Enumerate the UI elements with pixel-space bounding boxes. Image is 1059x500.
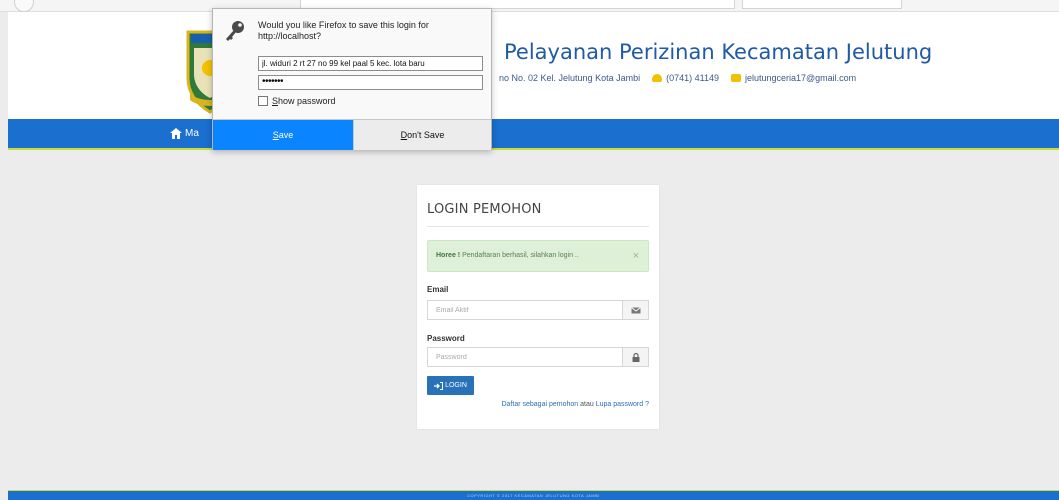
show-password-label: Show password: [272, 96, 336, 106]
back-button[interactable]: [14, 0, 34, 12]
title-divider: [427, 226, 649, 227]
password-label: Password: [427, 334, 465, 343]
email-text: jelutungceria17@gmail.com: [744, 73, 857, 83]
login-card: LOGIN PEMOHON Horee ! Pendaftaran berhas…: [417, 185, 659, 429]
main-navbar: Ma: [8, 119, 1059, 150]
register-row: Daftar sebagai pemohon atau Lupa passwor…: [501, 401, 649, 408]
ff-dont-save-button[interactable]: Don't Save: [353, 120, 491, 150]
alert-message: Pendaftaran berhasil, silahkan login ..: [460, 252, 579, 259]
email-input[interactable]: [428, 301, 624, 319]
password-input[interactable]: [428, 348, 624, 366]
phone-icon: [652, 74, 663, 82]
site-header: Pelayanan Perizinan Kecamatan Jelutung n…: [8, 12, 1059, 119]
ff-button-bar: Save Don't Save: [213, 119, 491, 150]
nav-home-label: Ma: [185, 128, 199, 139]
ff-username-input[interactable]: [258, 56, 483, 71]
ff-save-button[interactable]: Save: [213, 120, 353, 150]
save-login-question-line1: Would you like Firefox to save this logi…: [258, 20, 429, 30]
register-link[interactable]: Daftar sebagai pemohon: [501, 401, 578, 408]
email-input-group: [427, 300, 649, 320]
ff-password-input[interactable]: •••••••: [258, 75, 483, 90]
firefox-save-login-popup: Would you like Firefox to save this logi…: [212, 8, 492, 150]
save-login-question-line2: http://localhost?: [258, 31, 322, 41]
login-button[interactable]: LOGIN: [427, 376, 474, 395]
nav-home-link[interactable]: Ma: [170, 128, 199, 139]
phone-text: (0741) 41149: [666, 73, 719, 83]
password-input-group: [427, 347, 649, 367]
success-alert: Horee ! Pendaftaran berhasil, silahkan l…: [427, 240, 649, 272]
save-login-question: Would you like Firefox to save this logi…: [258, 20, 488, 42]
contact-info: no No. 02 Kel. Jelutung Kota Jambi (0741…: [499, 73, 856, 83]
site-footer: COPYRIGHT © 2017 KECAMATAN JELUTUNG KOTA…: [8, 490, 1059, 500]
envelope-icon: [730, 74, 741, 82]
browser-search-bar[interactable]: [742, 0, 902, 9]
login-title: LOGIN PEMOHON: [427, 202, 542, 217]
footer-copyright: COPYRIGHT © 2017 KECAMATAN JELUTUNG KOTA…: [467, 493, 600, 498]
checkbox-box[interactable]: [258, 96, 268, 106]
email-label: Email: [427, 285, 449, 294]
forgot-password-link[interactable]: Lupa password ?: [596, 401, 649, 408]
address-text: no No. 02 Kel. Jelutung Kota Jambi: [499, 73, 641, 83]
lock-icon: [622, 348, 648, 366]
key-icon: [226, 21, 244, 41]
alert-strong-text: Horee !: [436, 252, 461, 259]
register-or-text: atau: [578, 401, 596, 408]
browser-toolbar: [0, 0, 1059, 12]
show-password-checkbox[interactable]: Show password: [258, 96, 336, 106]
site-title: Pelayanan Perizinan Kecamatan Jelutung: [504, 40, 933, 64]
sign-in-icon: [434, 381, 444, 390]
envelope-icon: [622, 301, 648, 319]
home-icon: [170, 128, 182, 139]
alert-close-icon[interactable]: ×: [633, 250, 639, 262]
login-button-label: LOGIN: [445, 382, 467, 389]
